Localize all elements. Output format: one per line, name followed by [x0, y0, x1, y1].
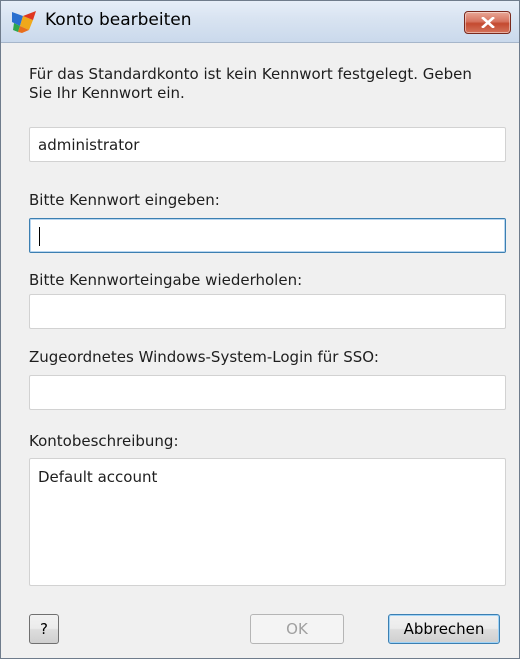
- ok-button[interactable]: OK: [250, 614, 344, 644]
- username-field[interactable]: administrator: [29, 127, 506, 162]
- close-icon: [481, 17, 495, 28]
- edit-account-dialog: Konto bearbeiten Für das Standardkonto i…: [0, 0, 520, 659]
- title-bar[interactable]: Konto bearbeiten: [1, 1, 519, 43]
- password-confirm-field[interactable]: [29, 294, 506, 329]
- dialog-body: Für das Standardkonto ist kein Kennwort …: [1, 44, 519, 658]
- password-confirm-label: Bitte Kennworteingabe wiederholen:: [29, 271, 303, 289]
- password-label: Bitte Kennwort eingeben:: [29, 191, 220, 209]
- avg-logo-icon: [11, 10, 37, 34]
- windows-login-label: Zugeordnetes Windows-System-Login für SS…: [29, 348, 379, 366]
- cancel-button[interactable]: Abbrechen: [388, 614, 500, 644]
- intro-text: Für das Standardkonto ist kein Kennwort …: [29, 65, 472, 102]
- text-caret: [39, 227, 40, 246]
- description-textarea[interactable]: Default account: [29, 458, 506, 586]
- windows-login-field[interactable]: [29, 375, 506, 410]
- close-button[interactable]: [464, 11, 511, 34]
- help-button[interactable]: ?: [29, 614, 59, 644]
- password-field[interactable]: [29, 218, 506, 253]
- window-title: Konto bearbeiten: [45, 10, 192, 30]
- description-label: Kontobeschreibung:: [29, 432, 179, 450]
